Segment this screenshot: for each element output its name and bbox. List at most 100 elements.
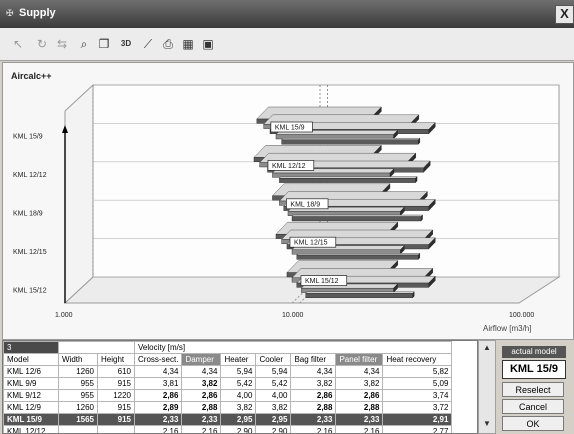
table-cell: 4,00 [255,389,292,402]
table-row[interactable]: KML 12/6 1260 610 4,34 4,34 5,94 5,94 4,34 4,34 5… [3,365,453,378]
table-row[interactable]: KML 9/9 955 915 3,81 3,82 5,42 5,42 3,82 3,82 5,0… [3,377,453,390]
table-cell [58,425,98,433]
left-wall [64,83,94,305]
column-header[interactable]: Model [3,353,59,366]
category-label: KML 12/15 [13,249,47,256]
table-row[interactable]: KML 12/12 2,16 2,16 2,90 2,90 2,16 2,16 2,77 [3,425,453,433]
chart-title: Aircalc++ [11,71,52,81]
bar-top [305,291,415,294]
scroll-up-icon[interactable]: ▲ [479,341,495,355]
column-header[interactable]: Cooler [255,353,292,366]
category-label: KML 12/12 [13,172,47,179]
table-cell: 2,86 [133,389,183,402]
x-tick-label: 1.000 [55,312,73,319]
table-cell: 3,82 [181,377,222,390]
table-cell: 915 [97,413,135,426]
table-cell: 2,89 [133,401,183,414]
zoom-icon[interactable]: ⌕ [76,36,92,52]
column-header[interactable]: Damper [181,353,222,366]
ok-button[interactable]: OK [502,416,564,431]
table-cell: 2,86 [290,389,337,402]
table-cell: 3,82 [255,401,292,414]
table-cell: 1220 [97,389,135,402]
rotate-icon[interactable]: ↻ [34,36,50,52]
table-cell: KML 15/9 [3,413,59,426]
bar [291,216,422,222]
table-index-cell: 3 [3,341,59,354]
bar-data-label: KML 12/12 [272,163,306,170]
move-icon[interactable]: ⇆ [54,36,70,52]
table-cell: 3,72 [382,401,453,414]
bar-data-label: KML 15/12 [305,278,339,285]
bar-data-label: KML 18/9 [290,201,320,208]
table-cell: 5,42 [255,377,292,390]
velocity-group-header: Velocity [m/s] [133,341,453,354]
table-cell: 2,16 [290,425,337,433]
table-cell: 5,94 [220,365,257,378]
table-cell: 5,42 [220,377,257,390]
chart-panel: Aircalc++ KML 15/9 KML 15/9 KML 12/12 KML 12… [2,62,574,340]
column-header[interactable]: Cross-sect. [133,353,183,366]
column-header[interactable]: Heat recovery [382,353,453,366]
bar [296,254,419,260]
table-cell: 4,00 [220,389,257,402]
table-cell: 2,16 [133,425,183,433]
actual-model-value: KML 15/9 [502,360,566,379]
table-cell: 915 [97,401,135,414]
table-cell: 5,09 [382,377,453,390]
table-cell: 3,82 [220,401,257,414]
table-cell: 2,33 [290,413,337,426]
column-header[interactable]: Heater [220,353,257,366]
close-button[interactable]: X [555,5,574,24]
table-cell: 3,74 [382,389,453,402]
bar-top [296,253,421,256]
table-cell: 2,91 [382,413,453,426]
table-row[interactable]: KML 12/9 1260 915 2,89 2,88 3,82 3,82 2,88 2,88 3… [3,401,453,414]
print-icon[interactable]: ⎙ [160,36,176,52]
table-cell: 955 [58,389,98,402]
bar-data-label: KML 15/9 [275,125,305,132]
table-cell: 2,90 [220,425,257,433]
table-row[interactable]: KML 9/12 955 1220 2,86 2,86 4,00 4,00 2,86 2,86 3… [3,389,453,402]
cancel-button[interactable]: Cancel [502,399,564,414]
category-label: KML 15/12 [13,287,47,294]
copy-icon[interactable]: ❐ [96,36,112,52]
actual-model-label: actual model [502,346,566,358]
table-cell: 2,33 [181,413,222,426]
column-header[interactable]: Bag filter [290,353,337,366]
bar [305,293,413,298]
view-3d-button[interactable]: 3D [118,36,134,52]
scroll-down-icon[interactable]: ▼ [479,417,495,431]
airflow-chart: Aircalc++ KML 15/9 KML 15/9 KML 12/12 KML 12… [11,71,561,333]
table-cell: 1565 [58,413,98,426]
bar-top [278,176,418,179]
model-actions-panel: actual model KML 15/9 Reselect Cancel OK [496,340,572,432]
bar-top [281,137,421,141]
header-spacer [58,341,135,354]
pointer-icon[interactable]: ↖ [10,36,26,52]
export-icon[interactable]: ▦ [180,36,196,52]
table-cell: KML 12/12 [3,425,59,433]
x-tick-label: 10.000 [282,312,304,319]
column-header[interactable]: Width [58,353,98,366]
column-header[interactable]: Panel filter [335,353,384,366]
reselect-button[interactable]: Reselect [502,382,564,397]
title-bar[interactable]: ✠ Supply X [0,0,574,28]
save-icon[interactable]: ▣ [200,36,216,52]
table-cell: KML 9/12 [3,389,59,402]
chart-settings-icon[interactable]: ⟋ [140,36,156,52]
table-cell: 2,16 [335,425,384,433]
table-cell: 2,33 [335,413,384,426]
bar-top [291,214,424,217]
table-cell: 610 [97,365,135,378]
bar [281,139,419,145]
table-scrollbar[interactable]: ▲ ▼ [478,340,496,434]
column-header[interactable]: Height [97,353,135,366]
table-cell: 4,34 [335,365,384,378]
table-cell: 1260 [58,401,98,414]
table-cell: 2,33 [133,413,183,426]
table-cell: 2,95 [220,413,257,426]
table-cell: 1260 [58,365,98,378]
bar-data-label: KML 12/15 [294,240,328,247]
table-row[interactable]: KML 15/9 1565 915 2,33 2,33 2,95 2,95 2,33 2,33 2… [3,413,453,426]
